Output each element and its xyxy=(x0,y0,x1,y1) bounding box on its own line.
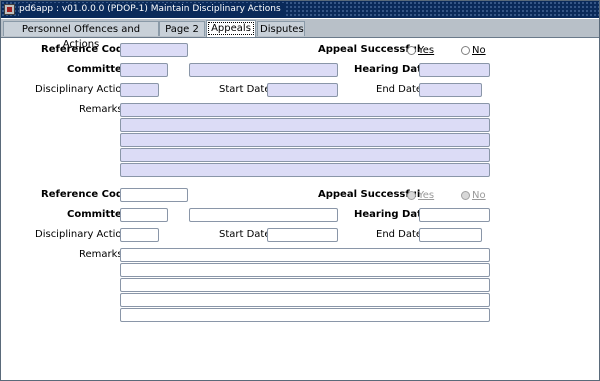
remarks-line-5[interactable] xyxy=(120,308,490,322)
remarks-line-4[interactable] xyxy=(120,293,490,307)
reference-code-label: Reference Code xyxy=(41,189,130,200)
appeal-no-radio[interactable] xyxy=(461,46,470,55)
hearing-date-field[interactable] xyxy=(419,63,490,77)
tab-label: Appeals xyxy=(208,22,254,35)
appeal-no-label[interactable]: No xyxy=(472,45,486,57)
appeal-yes-label[interactable]: Yes xyxy=(418,45,434,57)
reference-code-field[interactable] xyxy=(120,188,188,202)
committee-name-field[interactable] xyxy=(189,63,338,77)
app-icon[interactable] xyxy=(4,4,15,15)
remarks-line-1[interactable] xyxy=(120,103,490,117)
start-date-label: Start Date xyxy=(219,84,271,95)
reference-code-field[interactable] xyxy=(120,43,188,57)
committee-name-field[interactable] xyxy=(189,208,338,222)
tab-label: Page 2 xyxy=(165,24,199,35)
remarks-line-3[interactable] xyxy=(120,133,490,147)
hearing-date-label: Hearing Date xyxy=(354,64,429,75)
tab-page-2[interactable]: Page 2 xyxy=(159,21,205,36)
end-date-label: End Date xyxy=(376,229,423,240)
hearing-date-field[interactable] xyxy=(419,208,490,222)
end-date-field[interactable] xyxy=(419,228,482,242)
tab-disputes[interactable]: Disputes xyxy=(257,21,305,36)
remarks-line-1[interactable] xyxy=(120,248,490,262)
committee-code-field[interactable] xyxy=(120,63,168,77)
tab-bar: Personnel Offences and Actions Page 2 Ap… xyxy=(1,19,599,50)
disciplinary-action-field[interactable] xyxy=(120,83,159,97)
appeal-yes-radio[interactable] xyxy=(407,191,416,200)
window-title: pd6app : v01.0.0.0 (PDOP-1) Maintain Dis… xyxy=(19,3,285,16)
committee-code-field[interactable] xyxy=(120,208,168,222)
title-bar[interactable]: pd6app : v01.0.0.0 (PDOP-1) Maintain Dis… xyxy=(1,1,599,18)
end-date-field[interactable] xyxy=(419,83,482,97)
appeal-successful-label: Appeal Successful xyxy=(318,44,421,55)
appeal-successful-label: Appeal Successful xyxy=(318,189,421,200)
remarks-line-2[interactable] xyxy=(120,263,490,277)
appeal-yes-radio[interactable] xyxy=(407,46,416,55)
remarks-label: Remarks xyxy=(79,104,123,115)
remarks-line-2[interactable] xyxy=(120,118,490,132)
start-date-field[interactable] xyxy=(267,228,338,242)
appeal-no-radio[interactable] xyxy=(461,191,470,200)
remarks-line-5[interactable] xyxy=(120,163,490,177)
appeal-yes-label[interactable]: Yes xyxy=(418,190,434,202)
remarks-line-3[interactable] xyxy=(120,278,490,292)
app-window: pd6app : v01.0.0.0 (PDOP-1) Maintain Dis… xyxy=(0,0,600,381)
disciplinary-action-field[interactable] xyxy=(120,228,159,242)
tab-label: Disputes xyxy=(260,24,304,35)
hearing-date-label: Hearing Date xyxy=(354,209,429,220)
reference-code-label: Reference Code xyxy=(41,44,130,55)
end-date-label: End Date xyxy=(376,84,423,95)
appeal-no-label[interactable]: No xyxy=(472,190,486,202)
remarks-label: Remarks xyxy=(79,249,123,260)
disciplinary-action-label: Disciplinary Action xyxy=(35,229,128,240)
start-date-label: Start Date xyxy=(219,229,271,240)
remarks-line-4[interactable] xyxy=(120,148,490,162)
tab-appeals[interactable]: Appeals xyxy=(206,20,256,37)
start-date-field[interactable] xyxy=(267,83,338,97)
tab-personnel-offences[interactable]: Personnel Offences and Actions xyxy=(3,21,159,50)
disciplinary-action-label: Disciplinary Action xyxy=(35,84,128,95)
